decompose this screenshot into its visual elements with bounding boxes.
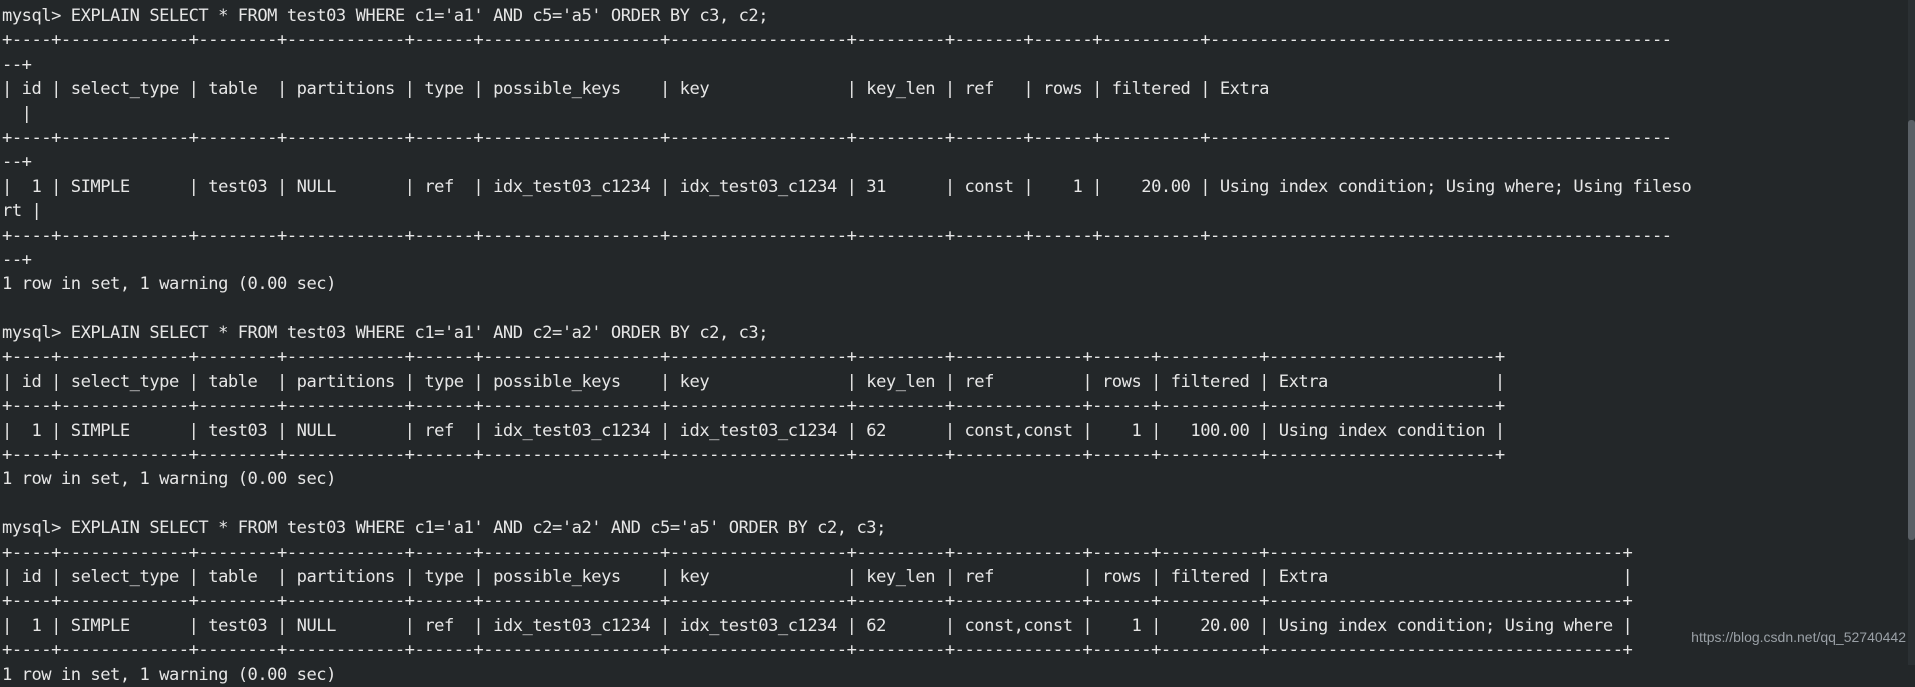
terminal-line: +----+-------------+--------+-----------… <box>2 30 1672 51</box>
terminal-output: mysql> EXPLAIN SELECT * FROM test03 WHER… <box>2 4 1915 687</box>
terminal-line: +----+-------------+--------+-----------… <box>2 347 1505 368</box>
terminal-line: | id | select_type | table | partitions … <box>2 371 1505 392</box>
terminal-window[interactable]: mysql> EXPLAIN SELECT * FROM test03 WHER… <box>0 0 1915 685</box>
terminal-line: +----+-------------+--------+-----------… <box>2 127 1672 148</box>
terminal-line: +----+-------------+--------+-----------… <box>2 640 1633 661</box>
scrollbar-track[interactable] <box>1908 0 1915 665</box>
terminal-line: rt | <box>2 201 42 222</box>
terminal-line: | 1 | SIMPLE | test03 | NULL | ref | idx… <box>2 176 1692 197</box>
terminal-line: | id | select_type | table | partitions … <box>2 79 1692 100</box>
terminal-line: +----+-------------+--------+-----------… <box>2 445 1505 466</box>
terminal-line: | 1 | SIMPLE | test03 | NULL | ref | idx… <box>2 615 1633 636</box>
terminal-line: +----+-------------+--------+-----------… <box>2 591 1633 612</box>
terminal-line: +----+-------------+--------+-----------… <box>2 542 1633 563</box>
terminal-line: 1 row in set, 1 warning (0.00 sec) <box>2 274 336 295</box>
terminal-line: | 1 | SIMPLE | test03 | NULL | ref | idx… <box>2 420 1505 441</box>
terminal-line: --+ <box>2 249 32 270</box>
terminal-line: +----+-------------+--------+-----------… <box>2 396 1505 417</box>
terminal-line: mysql> EXPLAIN SELECT * FROM test03 WHER… <box>2 6 769 26</box>
watermark-text: https://blog.csdn.net/qq_52740442 <box>1691 629 1906 645</box>
terminal-line: | id | select_type | table | partitions … <box>2 566 1633 587</box>
terminal-line: +----+-------------+--------+-----------… <box>2 225 1672 246</box>
scrollbar-thumb[interactable] <box>1908 120 1915 540</box>
terminal-line: --+ <box>2 152 32 173</box>
terminal-line: 1 row in set, 1 warning (0.00 sec) <box>2 469 336 490</box>
terminal-line: | <box>2 103 32 124</box>
terminal-line: mysql> EXPLAIN SELECT * FROM test03 WHER… <box>2 518 886 539</box>
terminal-line: mysql> EXPLAIN SELECT * FROM test03 WHER… <box>2 323 769 344</box>
terminal-line: --+ <box>2 54 32 75</box>
terminal-line: 1 row in set, 1 warning (0.00 sec) <box>2 664 336 685</box>
